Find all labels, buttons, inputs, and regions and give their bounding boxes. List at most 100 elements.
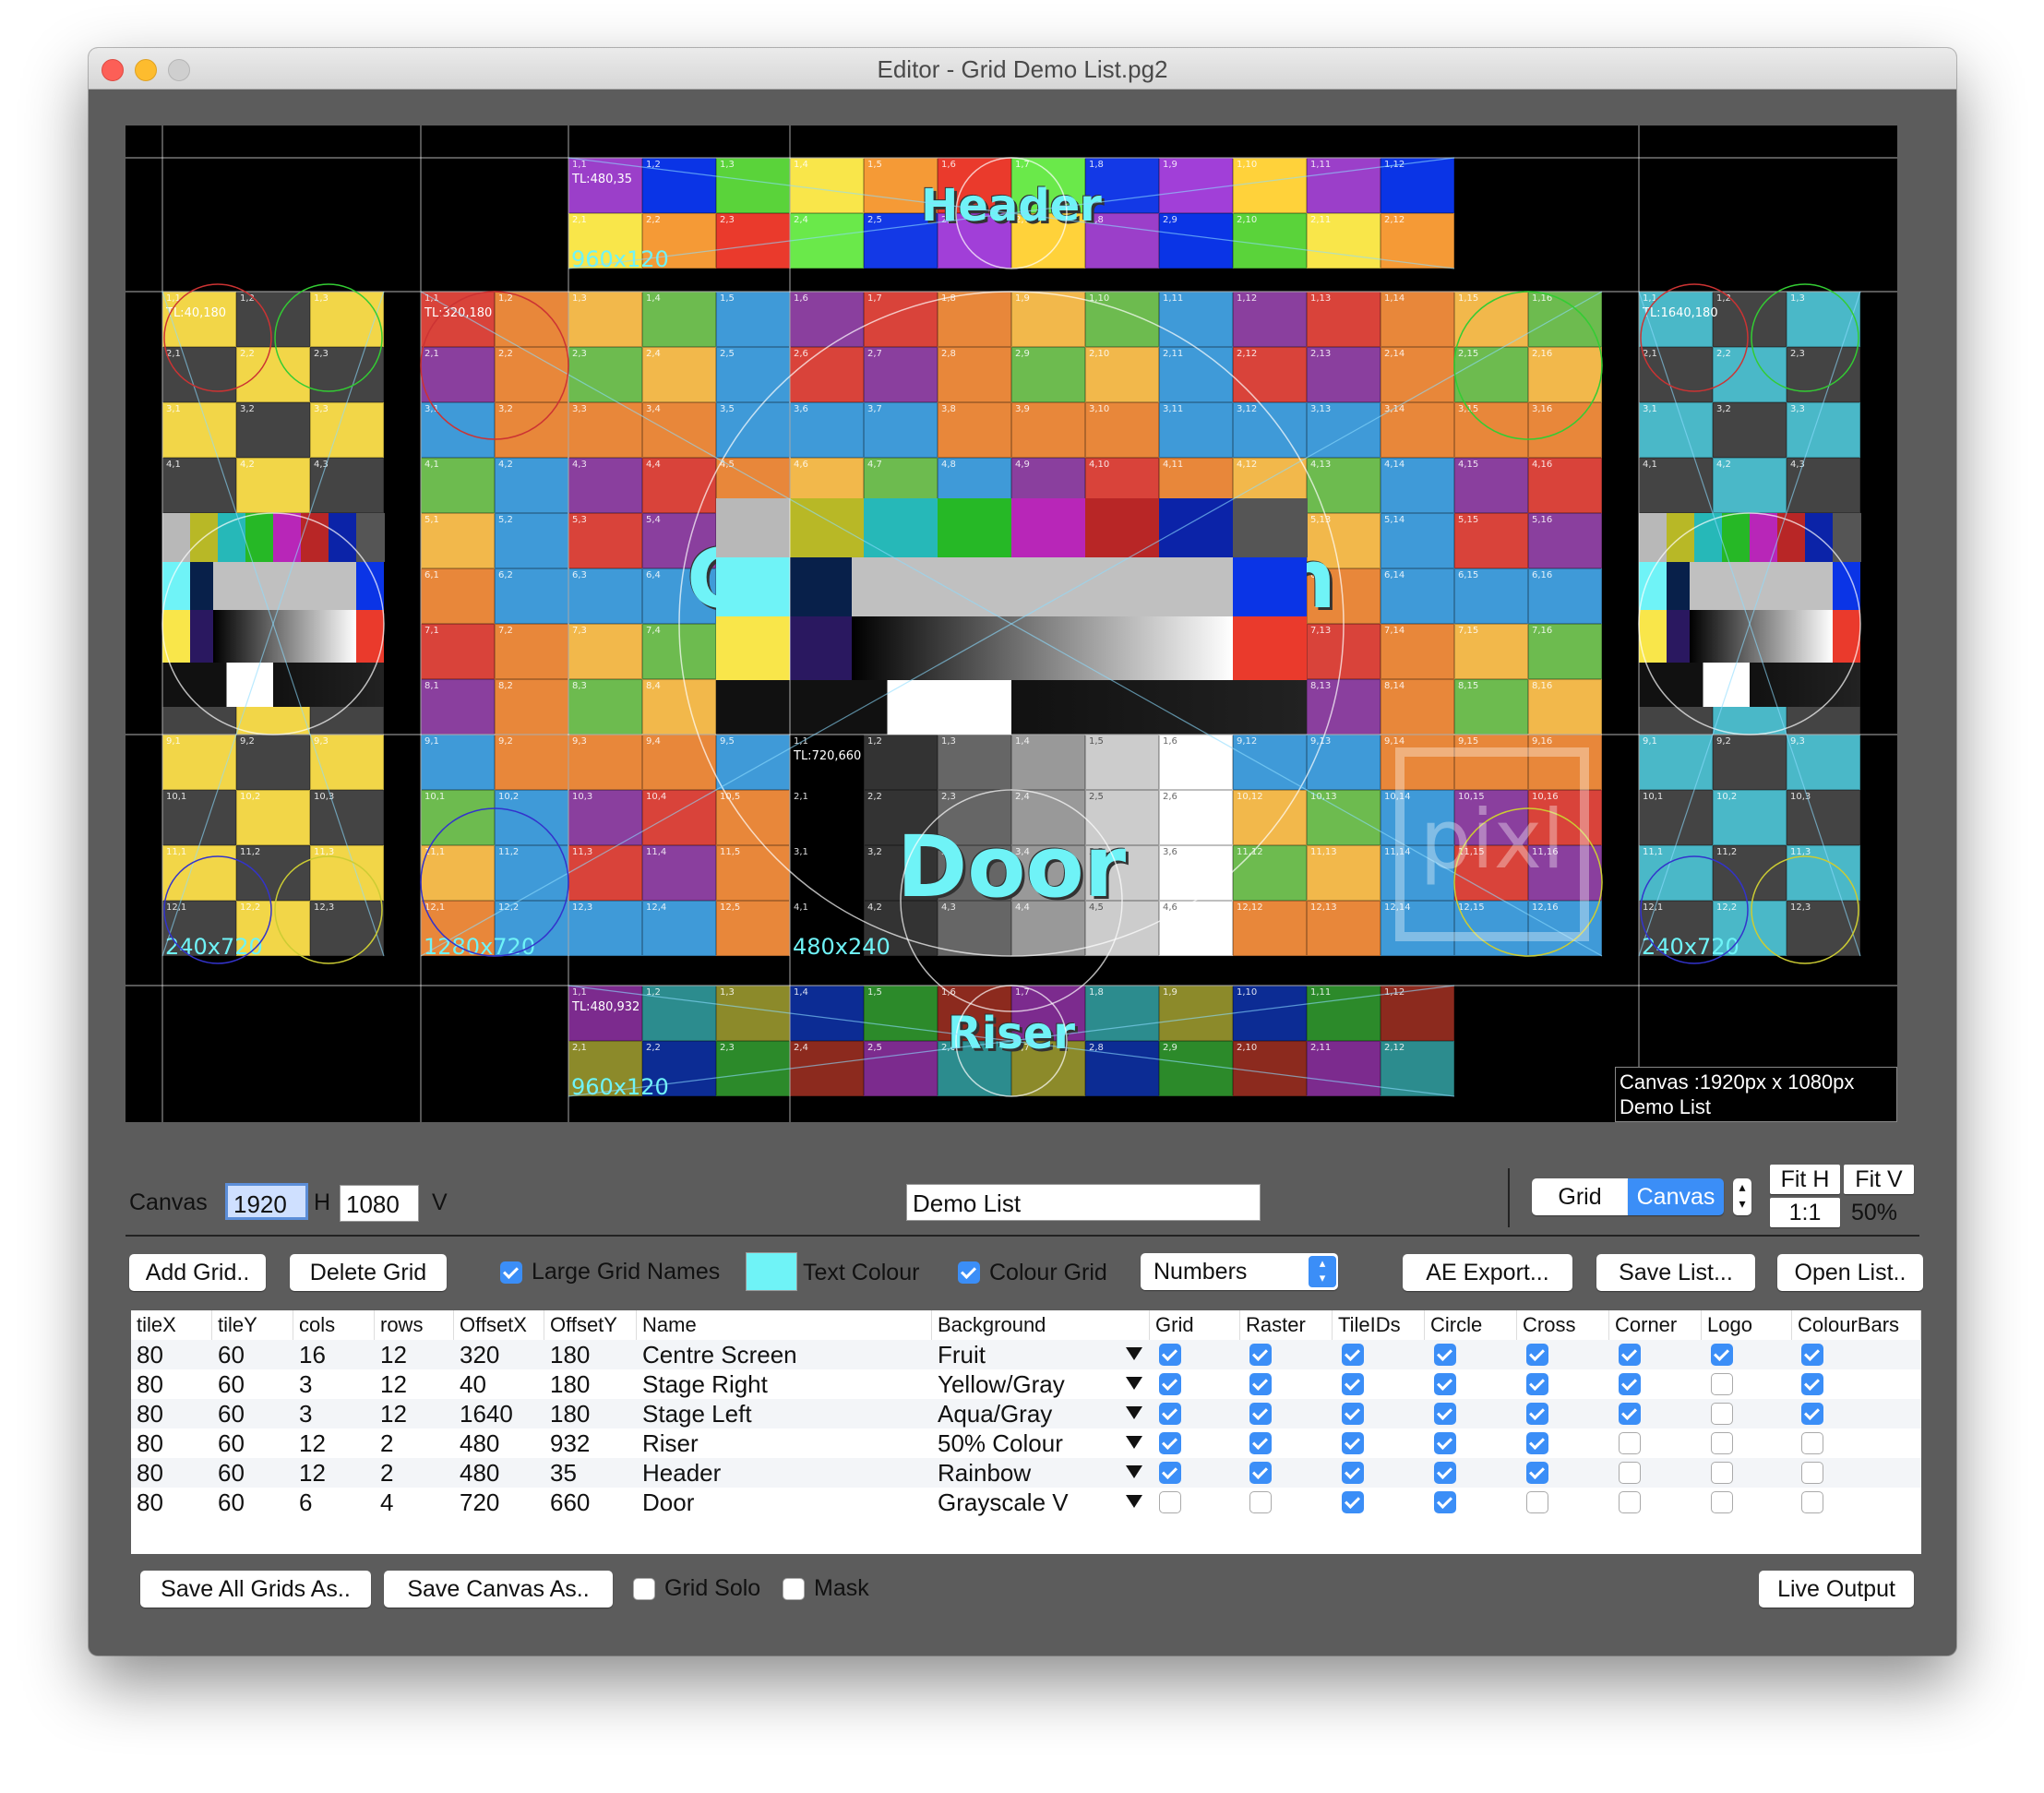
checkbox-circle[interactable]	[1434, 1491, 1456, 1513]
column-header-raster[interactable]: Raster	[1240, 1310, 1333, 1340]
column-header-offsetx[interactable]: OffsetX	[454, 1310, 544, 1340]
cell-name[interactable]: Riser	[637, 1428, 938, 1458]
cell-offsety[interactable]: 180	[544, 1399, 642, 1428]
checkbox-grid[interactable]	[1159, 1403, 1181, 1425]
checkbox-raster[interactable]	[1249, 1491, 1272, 1513]
seg-canvas-button[interactable]: Canvas	[1628, 1178, 1724, 1215]
fit-v-button[interactable]: Fit V	[1844, 1165, 1914, 1194]
cell-offsety[interactable]: 180	[544, 1340, 642, 1369]
cell-cols[interactable]: 3	[293, 1369, 380, 1399]
grid-table[interactable]: tileX tileY cols rows OffsetX OffsetY Name Back…	[131, 1310, 1921, 1554]
cell-rows[interactable]: 12	[375, 1399, 460, 1428]
save-all-grids-button[interactable]: Save All Grids As..	[140, 1571, 371, 1608]
grid-block-riser[interactable]: 1,1 1,2 1,3 1,4 1,5 1,6 1,7 1,8 1,9 1,10 1,11 1,12 2…	[568, 986, 1454, 1100]
column-header-circle[interactable]: Circle	[1425, 1310, 1517, 1340]
checkbox-tileids[interactable]	[1342, 1432, 1364, 1454]
checkbox-raster[interactable]	[1249, 1373, 1272, 1395]
cell-background[interactable]: Rainbow	[932, 1458, 1155, 1488]
open-list-button[interactable]: Open List..	[1777, 1254, 1923, 1291]
background-dropdown-icon[interactable]	[1126, 1436, 1142, 1449]
table-row[interactable]: 80 60 3 12 40 180 Stage Right Yellow/Gray	[131, 1369, 1921, 1399]
column-header-grid[interactable]: Grid	[1150, 1310, 1240, 1340]
cell-name[interactable]: Door	[637, 1488, 938, 1517]
cell-background[interactable]: Fruit	[932, 1340, 1155, 1369]
cell-offsety[interactable]: 180	[544, 1369, 642, 1399]
cell-tilex[interactable]: 80	[131, 1340, 218, 1369]
table-row[interactable]: 80 60 3 12 1640 180 Stage Left Aqua/Gray	[131, 1399, 1921, 1428]
checkbox-tileids[interactable]	[1342, 1462, 1364, 1484]
column-header-name[interactable]: Name	[637, 1310, 932, 1340]
cell-cols[interactable]: 12	[293, 1428, 380, 1458]
table-row[interactable]: 80 60 12 2 480 35 Header Rainbow	[131, 1458, 1921, 1488]
column-header-tilex[interactable]: tileX	[131, 1310, 212, 1340]
cell-tilex[interactable]: 80	[131, 1428, 218, 1458]
column-header-corner[interactable]: Corner	[1609, 1310, 1702, 1340]
cell-tiley[interactable]: 60	[212, 1428, 299, 1458]
cell-rows[interactable]: 12	[375, 1340, 460, 1369]
list-name-input[interactable]: Demo List	[906, 1184, 1261, 1221]
cell-name[interactable]: Centre Screen	[637, 1340, 938, 1369]
ae-export-button[interactable]: AE Export...	[1403, 1254, 1572, 1291]
checkbox-logo[interactable]	[1711, 1432, 1733, 1454]
checkbox-corner[interactable]	[1619, 1344, 1641, 1366]
checkbox-tileids[interactable]	[1342, 1344, 1364, 1366]
column-header-tileids[interactable]: TileIDs	[1333, 1310, 1425, 1340]
cell-tilex[interactable]: 80	[131, 1488, 218, 1517]
checkbox-logo[interactable]	[1711, 1462, 1733, 1484]
column-header-colourbars[interactable]: ColourBars	[1792, 1310, 1921, 1340]
cell-tilex[interactable]: 80	[131, 1458, 218, 1488]
checkbox-logo[interactable]	[1711, 1403, 1733, 1425]
cell-tilex[interactable]: 80	[131, 1369, 218, 1399]
cell-background[interactable]: Grayscale V	[932, 1488, 1155, 1517]
background-dropdown-icon[interactable]	[1126, 1347, 1142, 1360]
canvas-height-input[interactable]: 1080	[340, 1185, 419, 1222]
checkbox-logo[interactable]	[1711, 1491, 1733, 1513]
column-header-cols[interactable]: cols	[293, 1310, 375, 1340]
cell-background[interactable]: 50% Colour	[932, 1428, 1155, 1458]
cell-tiley[interactable]: 60	[212, 1340, 299, 1369]
checkbox-raster[interactable]	[1249, 1432, 1272, 1454]
checkbox-logo[interactable]	[1711, 1373, 1733, 1395]
table-row[interactable]: 80 60 6 4 720 660 Door Grayscale V	[131, 1488, 1921, 1517]
cell-name[interactable]: Stage Left	[637, 1399, 938, 1428]
checkbox-tileids[interactable]	[1342, 1373, 1364, 1395]
cell-tiley[interactable]: 60	[212, 1488, 299, 1517]
stepper-icon[interactable]: ▴ ▾	[1733, 1178, 1751, 1215]
table-row[interactable]: 80 60 16 12 320 180 Centre Screen Fruit	[131, 1340, 1921, 1369]
checkbox-grid[interactable]	[1159, 1344, 1181, 1366]
column-header-cross[interactable]: Cross	[1517, 1310, 1609, 1340]
checkbox-cross[interactable]	[1526, 1491, 1548, 1513]
cell-tilex[interactable]: 80	[131, 1399, 218, 1428]
checkbox-cross[interactable]	[1526, 1462, 1548, 1484]
checkbox-colourbars[interactable]	[1801, 1373, 1823, 1395]
checkbox-circle[interactable]	[1434, 1462, 1456, 1484]
checkbox-colourbars[interactable]	[1801, 1432, 1823, 1454]
cell-rows[interactable]: 2	[375, 1428, 460, 1458]
cell-background[interactable]: Yellow/Gray	[932, 1369, 1155, 1399]
save-list-button[interactable]: Save List...	[1596, 1254, 1755, 1291]
checkbox-corner[interactable]	[1619, 1373, 1641, 1395]
checkbox-tileids[interactable]	[1342, 1403, 1364, 1425]
background-dropdown-icon[interactable]	[1126, 1406, 1142, 1419]
column-header-logo[interactable]: Logo	[1702, 1310, 1792, 1340]
checkbox-grid[interactable]	[1159, 1491, 1181, 1513]
cell-offsetx[interactable]: 480	[454, 1428, 550, 1458]
checkbox-corner[interactable]	[1619, 1403, 1641, 1425]
cell-offsetx[interactable]: 1640	[454, 1399, 550, 1428]
checkbox-raster[interactable]	[1249, 1403, 1272, 1425]
cell-tiley[interactable]: 60	[212, 1369, 299, 1399]
large-grid-names-checkbox[interactable]	[500, 1261, 522, 1284]
checkbox-raster[interactable]	[1249, 1344, 1272, 1366]
add-grid-button[interactable]: Add Grid..	[129, 1254, 266, 1291]
seg-grid-button[interactable]: Grid	[1532, 1178, 1628, 1215]
checkbox-cross[interactable]	[1526, 1344, 1548, 1366]
checkbox-raster[interactable]	[1249, 1462, 1272, 1484]
cell-cols[interactable]: 3	[293, 1399, 380, 1428]
cell-offsety[interactable]: 660	[544, 1488, 642, 1517]
cell-offsetx[interactable]: 480	[454, 1458, 550, 1488]
checkbox-circle[interactable]	[1434, 1432, 1456, 1454]
background-dropdown-icon[interactable]	[1126, 1495, 1142, 1508]
checkbox-corner[interactable]	[1619, 1462, 1641, 1484]
checkbox-tileids[interactable]	[1342, 1491, 1364, 1513]
checkbox-circle[interactable]	[1434, 1344, 1456, 1366]
